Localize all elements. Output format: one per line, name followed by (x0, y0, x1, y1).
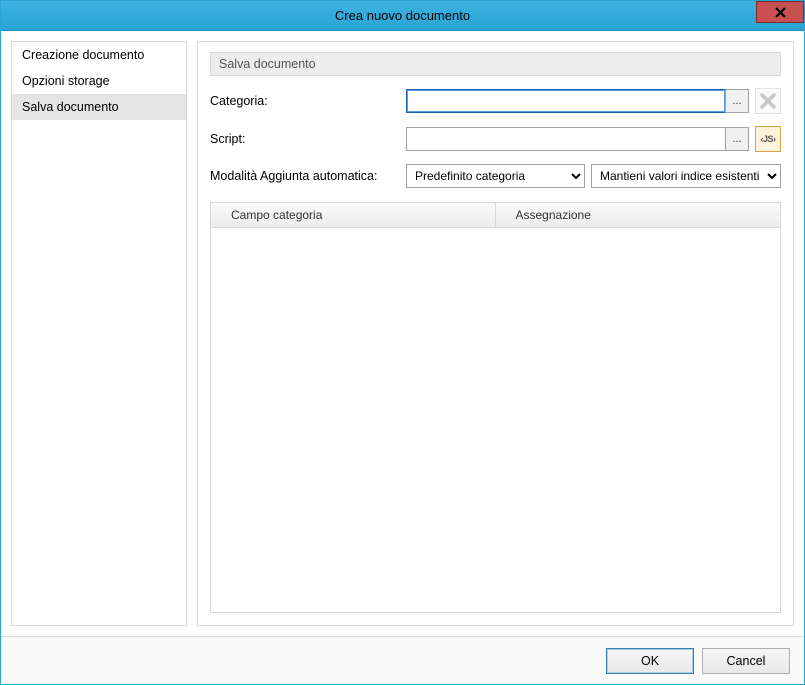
modalita-row: Modalità Aggiunta automatica: Predefinit… (210, 164, 781, 188)
button-bar: OK Cancel (1, 636, 804, 684)
script-input[interactable] (406, 127, 726, 151)
dialog-body: Creazione documento Opzioni storage Salv… (1, 31, 804, 684)
mantieni-select[interactable]: Mantieni valori indice esistenti (591, 164, 781, 188)
ok-button[interactable]: OK (606, 648, 694, 674)
sidebar-item-label: Salva documento (22, 100, 119, 114)
script-row: Script: ... ‹JS› (210, 126, 781, 152)
sidebar-item-opzioni-storage[interactable]: Opzioni storage (12, 68, 186, 94)
titlebar: Crea nuovo documento (1, 1, 804, 31)
script-js-button[interactable]: ‹JS› (755, 126, 781, 152)
sidebar-item-label: Opzioni storage (22, 74, 110, 88)
categoria-input-group: ... (406, 89, 749, 113)
sidebar-item-salva-documento[interactable]: Salva documento (12, 94, 186, 120)
sidebar-item-label: Creazione documento (22, 48, 144, 62)
sidebar-item-creazione-documento[interactable]: Creazione documento (12, 42, 186, 68)
section-title: Salva documento (210, 52, 781, 76)
close-button[interactable] (756, 1, 804, 23)
js-icon: ‹JS› (760, 134, 775, 144)
categoria-input[interactable] (406, 89, 726, 113)
sidebar: Creazione documento Opzioni storage Salv… (11, 41, 187, 626)
categoria-browse-button[interactable]: ... (725, 89, 749, 113)
dialog-window: Crea nuovo documento Creazione documento… (0, 0, 805, 685)
assignment-table: Campo categoria Assegnazione (210, 202, 781, 613)
main-area: Creazione documento Opzioni storage Salv… (1, 31, 804, 636)
script-browse-button[interactable]: ... (725, 127, 749, 151)
window-title: Crea nuovo documento (335, 8, 470, 23)
modalita-select[interactable]: Predefinito categoria (406, 164, 585, 188)
close-icon (775, 7, 786, 18)
modalita-label: Modalità Aggiunta automatica: (210, 169, 400, 183)
table-column-assegnazione[interactable]: Assegnazione (496, 203, 781, 227)
clear-icon (758, 91, 778, 111)
content-panel: Salva documento Categoria: ... Script: (197, 41, 794, 626)
script-label: Script: (210, 132, 400, 146)
script-input-group: ... (406, 127, 749, 151)
table-column-campo-categoria[interactable]: Campo categoria (211, 203, 496, 227)
table-header: Campo categoria Assegnazione (211, 203, 780, 228)
table-body (211, 228, 780, 612)
cancel-button[interactable]: Cancel (702, 648, 790, 674)
categoria-clear-button[interactable] (755, 88, 781, 114)
categoria-row: Categoria: ... (210, 88, 781, 114)
categoria-label: Categoria: (210, 94, 400, 108)
